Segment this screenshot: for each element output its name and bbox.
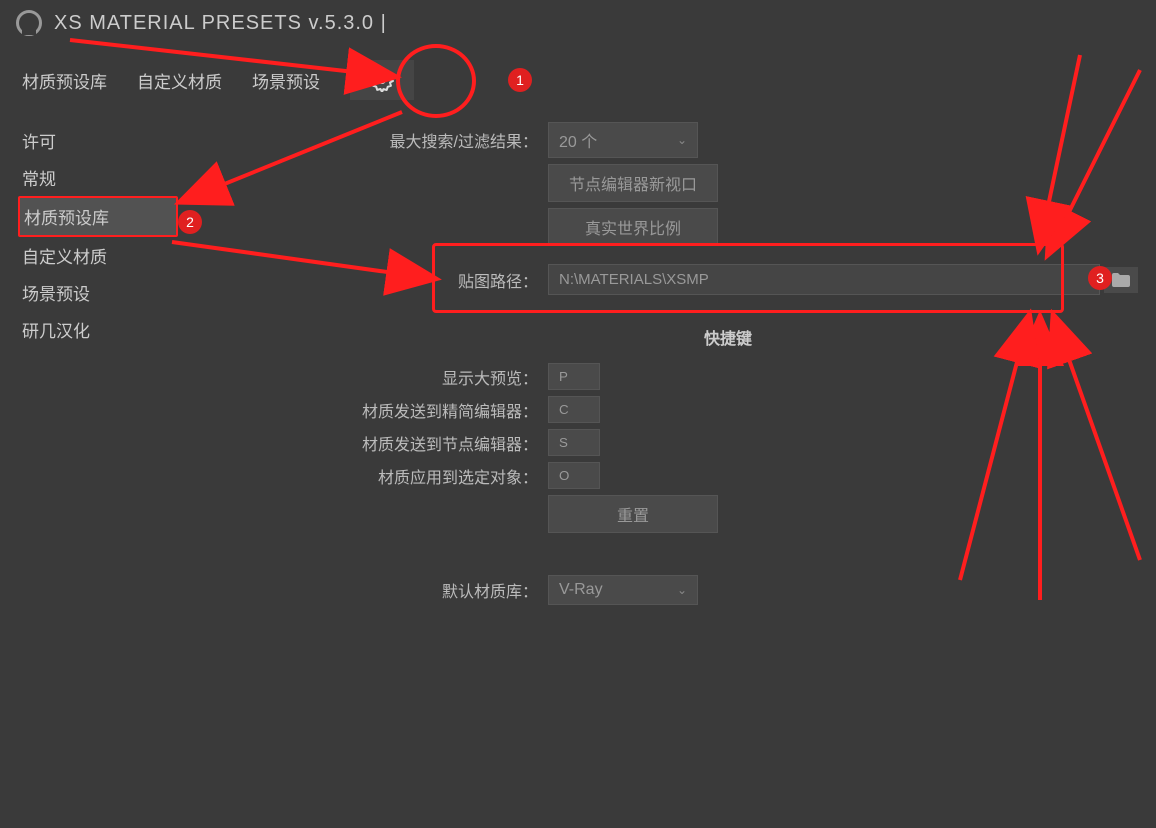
settings-sidebar: 许可 常规 材质预设库 自定义材质 场景预设 研几汉化 bbox=[18, 122, 178, 611]
apply-sel-label: 材质应用到选定对象： bbox=[188, 464, 548, 488]
send-node-label: 材质发送到节点编辑器： bbox=[188, 431, 548, 455]
max-search-label: 最大搜索/过滤结果： bbox=[188, 128, 548, 152]
send-compact-label: 材质发送到精简编辑器： bbox=[188, 398, 548, 422]
app-logo-icon bbox=[16, 10, 42, 36]
sidebar-item-material-presets[interactable]: 材质预设库 bbox=[18, 196, 178, 237]
sidebar-item-custom-materials[interactable]: 自定义材质 bbox=[18, 237, 178, 274]
gear-icon bbox=[370, 68, 394, 92]
default-library-dropdown[interactable]: V-Ray ⌄ bbox=[548, 575, 698, 605]
folder-icon bbox=[1112, 273, 1130, 287]
max-search-dropdown[interactable]: 20 个 ⌄ bbox=[548, 122, 698, 158]
titlebar: XS MATERIAL PRESETS v.5.3.0 | bbox=[0, 0, 1156, 46]
sidebar-item-translation[interactable]: 研几汉化 bbox=[18, 311, 178, 348]
tab-settings[interactable] bbox=[350, 60, 414, 100]
node-editor-viewport-button[interactable]: 节点编辑器新视口 bbox=[548, 164, 718, 202]
texture-path-label: 贴图路径： bbox=[428, 268, 548, 292]
texture-path-row: 贴图路径： bbox=[428, 264, 1138, 295]
sidebar-item-general[interactable]: 常规 bbox=[18, 159, 178, 196]
settings-panel: 最大搜索/过滤结果： 20 个 ⌄ 节点编辑器新视口 真实世界比例 贴图路径： bbox=[178, 122, 1138, 611]
send-compact-key-input[interactable] bbox=[548, 396, 600, 423]
default-library-label: 默认材质库： bbox=[188, 578, 548, 602]
content-area: 许可 常规 材质预设库 自定义材质 场景预设 研几汉化 最大搜索/过滤结果： 2… bbox=[0, 122, 1156, 611]
big-preview-label: 显示大预览： bbox=[188, 365, 548, 389]
tab-custom-materials[interactable]: 自定义材质 bbox=[137, 68, 222, 93]
max-search-value: 20 个 bbox=[559, 128, 597, 152]
texture-path-input[interactable] bbox=[548, 264, 1100, 295]
chevron-down-icon: ⌄ bbox=[677, 583, 687, 597]
big-preview-key-input[interactable] bbox=[548, 363, 600, 390]
apply-sel-key-input[interactable] bbox=[548, 462, 600, 489]
shortcuts-title: 快捷键 bbox=[188, 325, 1138, 349]
window-title: XS MATERIAL PRESETS v.5.3.0 | bbox=[54, 12, 387, 35]
tab-material-presets[interactable]: 材质预设库 bbox=[22, 68, 107, 93]
real-world-scale-button[interactable]: 真实世界比例 bbox=[548, 208, 718, 246]
tabbar: 材质预设库 自定义材质 场景预设 bbox=[0, 46, 1156, 122]
chevron-down-icon: ⌄ bbox=[677, 133, 687, 147]
default-library-value: V-Ray bbox=[559, 581, 603, 599]
sidebar-item-scene-presets[interactable]: 场景预设 bbox=[18, 274, 178, 311]
send-node-key-input[interactable] bbox=[548, 429, 600, 456]
reset-shortcuts-button[interactable]: 重置 bbox=[548, 495, 718, 533]
sidebar-item-license[interactable]: 许可 bbox=[18, 122, 178, 159]
tab-scene-presets[interactable]: 场景预设 bbox=[252, 68, 320, 93]
browse-folder-button[interactable] bbox=[1104, 267, 1138, 293]
